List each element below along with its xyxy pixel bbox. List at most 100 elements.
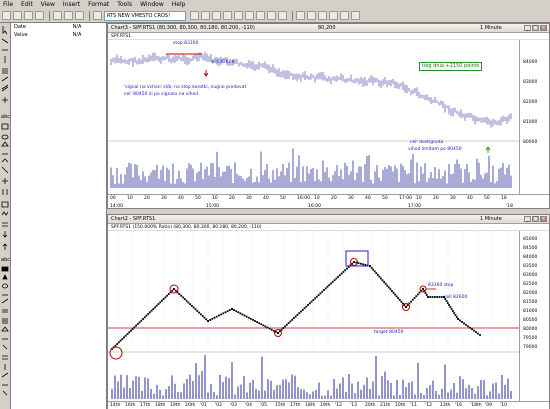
maximize-button[interactable]: □: [532, 25, 539, 31]
data-window: Date N/A Value N/A: [11, 23, 107, 409]
pf-mark: [218, 314, 220, 317]
chart3-titlebar[interactable]: Chart3 - SPF.RTS1 (80,300, 80,300, 80,18…: [108, 24, 549, 33]
pf-mark: [395, 295, 398, 298]
pf-mark: [298, 312, 301, 315]
new-file-icon[interactable]: [2, 11, 11, 20]
maximize-button[interactable]: □: [532, 216, 539, 222]
menu-window[interactable]: Window: [140, 1, 164, 9]
pf-mark: [315, 295, 318, 298]
cut-icon[interactable]: [53, 11, 62, 20]
pf-mark: [190, 304, 193, 307]
window-tile-vertical-icon[interactable]: [318, 11, 327, 20]
price-tick: 83500: [523, 264, 538, 269]
pf-mark: [310, 300, 313, 303]
bar-chart-icon[interactable]: [190, 11, 199, 20]
chart2-titlebar[interactable]: Chart2 - SPF.RTS1 1 Minute _ □ ×: [108, 215, 549, 224]
pf-mark: [359, 262, 362, 265]
pf-mark: [192, 306, 195, 309]
pf-mark: [268, 327, 271, 330]
text-icon[interactable]: [267, 11, 276, 20]
properties-icon[interactable]: [340, 11, 349, 20]
chart2-plot[interactable]: 83160 stop sell 82600 target 80450 85000…: [108, 231, 549, 401]
paste-icon[interactable]: [75, 11, 84, 20]
minimize-button[interactable]: _: [524, 25, 531, 31]
price-tick: 81000: [523, 120, 538, 125]
save-icon[interactable]: [24, 11, 33, 20]
price-tick: 81000: [523, 309, 538, 314]
menu-file[interactable]: File: [3, 1, 13, 9]
chart3-plot[interactable]: stop 83160 sell 82600 'signal na vchan' …: [108, 40, 549, 194]
menu-tools[interactable]: Tools: [117, 1, 132, 9]
pf-mark: [136, 323, 139, 325]
pf-mark: [123, 336, 125, 339]
pf-mark: [446, 302, 449, 304]
pf-mark: [346, 267, 348, 270]
crosshair-icon[interactable]: [234, 11, 243, 20]
menu-view[interactable]: View: [41, 1, 55, 9]
menu-insert[interactable]: Insert: [63, 1, 80, 9]
pf-mark: [296, 313, 299, 316]
format-icon[interactable]: [329, 11, 338, 20]
time-label: 30: [246, 196, 252, 201]
line-chart-icon[interactable]: [201, 11, 210, 20]
minimize-button[interactable]: _: [524, 216, 531, 222]
window-tile-icon[interactable]: [307, 11, 316, 20]
close-button[interactable]: ×: [540, 25, 547, 31]
pf-mark: [461, 321, 463, 323]
pf-mark: [256, 321, 258, 323]
pointer-icon: [2, 26, 8, 35]
window-cascade-icon[interactable]: [296, 11, 305, 20]
price-tick: 80000: [523, 327, 538, 332]
pf-mark: [215, 315, 218, 318]
pf-mark: [422, 288, 424, 290]
pf-mark: [405, 306, 407, 308]
menu-edit[interactable]: Edit: [21, 1, 33, 9]
pf-mark: [121, 338, 124, 340]
print-icon[interactable]: [35, 11, 44, 20]
time-label: 20: [229, 196, 235, 201]
zoom-out-icon[interactable]: [223, 11, 232, 20]
grid-icon[interactable]: [351, 11, 360, 20]
pf-mark: [194, 308, 197, 311]
chart2-window[interactable]: Chart2 - SPF.RTS1 1 Minute _ □ × SPF.RTS…: [107, 214, 550, 409]
pf-mark: [459, 319, 461, 322]
trading-application: File Edit View Insert Format Tools Windo…: [0, 0, 550, 409]
binoculars-icon[interactable]: [245, 11, 254, 20]
time-label: 50: [484, 196, 490, 201]
menu-format[interactable]: Format: [88, 1, 109, 9]
pf-mark: [465, 323, 467, 326]
chart3-title-mid: 80,200: [318, 25, 336, 31]
time-sub-16: 16:00: [308, 204, 321, 209]
drawing-tools-icons[interactable]: abc abc: [0, 23, 11, 409]
time-label: 40: [467, 196, 473, 201]
pf-mark: [381, 279, 384, 282]
time-label: 19th: [170, 403, 181, 408]
zoom-in-icon[interactable]: [212, 11, 221, 20]
pf-mark: [235, 310, 238, 313]
chart3-interval: 1 Minute: [480, 25, 502, 31]
cursor-icon[interactable]: [256, 11, 265, 20]
chart3-window[interactable]: Chart3 - SPF.RTS1 (80,300, 80,300, 80,18…: [107, 23, 550, 209]
pf-mark: [293, 317, 295, 320]
time-label: 18th: [155, 403, 166, 408]
pf-mark: [342, 271, 345, 273]
pf-mark: [436, 296, 439, 298]
close-button[interactable]: ×: [540, 216, 547, 222]
copy-icon[interactable]: [64, 11, 73, 20]
time-label: '10: [500, 403, 507, 408]
chart3-pane-title: SPF.RTS1: [108, 33, 549, 40]
open-folder-icon[interactable]: [13, 11, 22, 20]
chart-icon[interactable]: [93, 11, 102, 20]
time-label: 20: [433, 196, 439, 201]
price-tick: 80500: [523, 318, 538, 323]
menu-help[interactable]: Help: [172, 1, 186, 9]
symbol-select[interactable]: RTS NEW VMESTO CROS!: [104, 10, 186, 21]
price-tick: 79500: [523, 336, 538, 341]
line-tool-icon[interactable]: [278, 11, 287, 20]
pf-mark: [473, 329, 475, 332]
pf-mark: [398, 298, 401, 301]
pf-mark: [171, 289, 174, 292]
data-row-date: Date N/A: [11, 23, 106, 31]
pf-mark: [145, 314, 148, 317]
price-tick: 79000: [523, 345, 538, 350]
